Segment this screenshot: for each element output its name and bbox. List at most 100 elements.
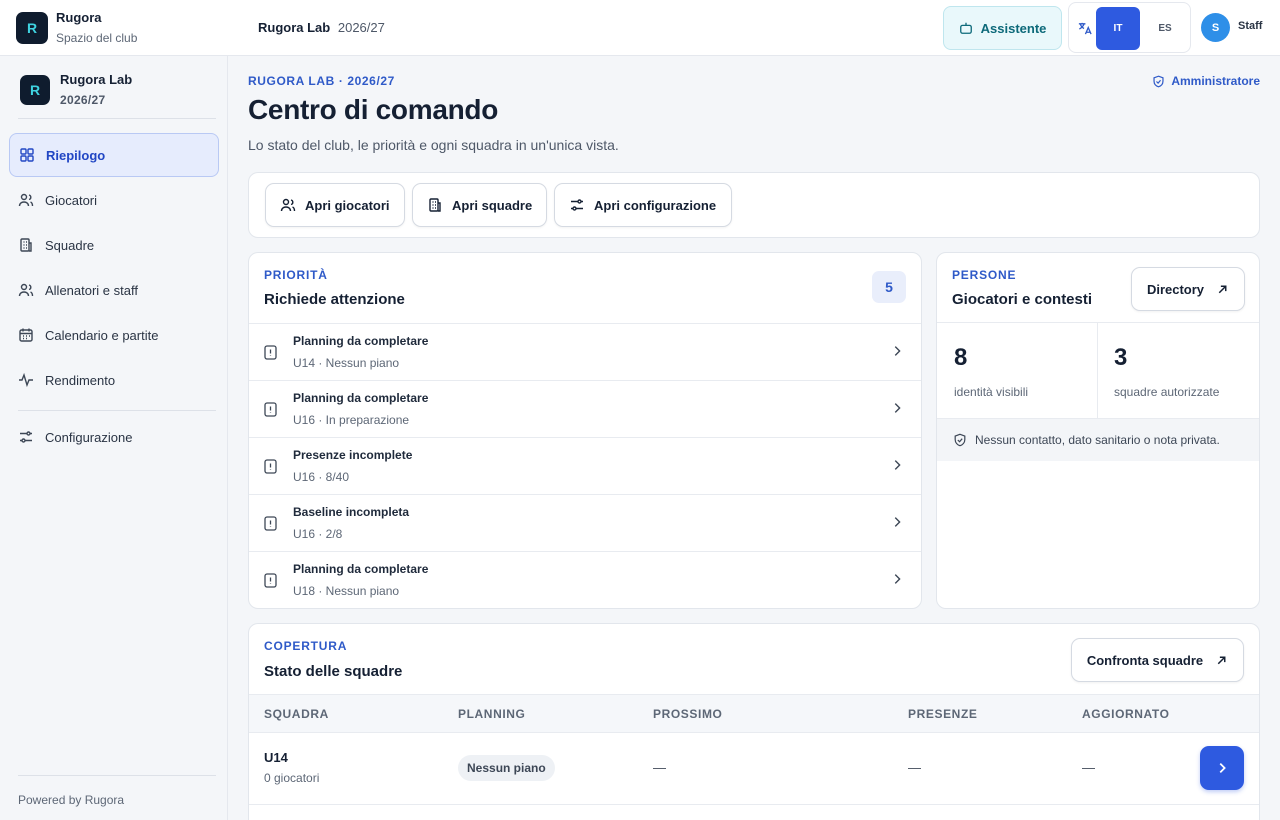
privacy-note: Nessun contatto, dato sanitario o nota p…: [937, 418, 1259, 461]
priority-item[interactable]: Presenze incomplete U16 · 8/40: [249, 437, 921, 494]
context-season: 2026/27: [337, 20, 385, 35]
lang-es-button[interactable]: ES: [1145, 7, 1185, 50]
compare-teams-label: Confronta squadre: [1086, 652, 1204, 668]
bot-icon: [959, 22, 972, 34]
users-icon: [280, 198, 296, 212]
column-header-prossimo: PROSSIMO: [653, 707, 723, 721]
language-switcher: IT ES: [1068, 2, 1191, 53]
stat-divider: [1097, 322, 1098, 418]
column-header-presenze: PRESENZE: [908, 707, 978, 721]
priority-item-sub: U16 · In preparazione: [293, 413, 410, 427]
sidebar-item-label: Squadre: [45, 237, 95, 253]
grid-icon: [20, 148, 34, 162]
sidebar-item-rendimento[interactable]: Rendimento: [9, 358, 219, 402]
sidebar-item-staff[interactable]: Allenatori e staff: [9, 268, 219, 312]
people-eyebrow: PERSONE: [952, 268, 1017, 282]
sidebar-divider: [18, 775, 216, 776]
priority-item[interactable]: Planning da completare U14 · Nessun pian…: [249, 323, 921, 380]
powered-by: Powered by Rugora: [18, 793, 125, 807]
priority-eyebrow: PRIORITÀ: [264, 268, 328, 282]
priority-item-sub: U14 · Nessun piano: [293, 356, 400, 370]
sidebar-item-label: Giocatori: [45, 192, 98, 208]
priority-item-title: Planning da completare: [293, 562, 429, 576]
table-header: SQUADRA PLANNING PROSSIMO PRESENZE AGGIO…: [249, 694, 1259, 733]
lang-it-button[interactable]: IT: [1096, 7, 1140, 50]
open-teams-label: Apri squadre: [452, 197, 533, 213]
open-config-button[interactable]: Apri configurazione: [554, 183, 732, 227]
translate-icon: [1078, 22, 1092, 35]
directory-label: Directory: [1146, 281, 1205, 297]
open-players-label: Apri giocatori: [305, 197, 390, 213]
sidebar-divider: [18, 118, 216, 119]
assistant-button[interactable]: Assistente: [943, 6, 1062, 50]
rugora-logo[interactable]: R: [16, 12, 48, 44]
context-club: Rugora Lab: [258, 20, 331, 35]
sidebar-divider: [18, 410, 216, 411]
sidebar-item-giocatori[interactable]: Giocatori: [9, 178, 219, 222]
privacy-note-text: Nessun contatto, dato sanitario o nota p…: [975, 433, 1220, 447]
arrow-up-right-icon: [1218, 285, 1227, 293]
stat-visible-identities-value: 8: [954, 344, 968, 371]
priority-item-sub: U18 · Nessun piano: [293, 584, 400, 598]
sidebar-item-label: Riepilogo: [46, 147, 106, 163]
page-eyebrow: RUGORA LAB · 2026/27: [248, 74, 395, 88]
users-icon: [18, 193, 34, 207]
team-name: U14: [264, 750, 288, 765]
open-teams-button[interactable]: Apri squadre: [412, 183, 547, 227]
sidebar-item-configurazione[interactable]: Configurazione: [9, 415, 219, 459]
sidebar: R Rugora Lab 2026/27 Riepilogo Giocatori…: [0, 56, 228, 820]
chevron-right-icon: [1219, 763, 1226, 773]
shield-icon: [1153, 75, 1164, 87]
chevron-right-icon: [894, 460, 901, 470]
column-header-aggiornato: AGGIORNATO: [1082, 707, 1170, 721]
stat-authorized-teams-label: squadre autorizzate: [1114, 385, 1220, 399]
role-label: Amministratore: [1171, 74, 1260, 88]
activity-icon: [19, 372, 33, 388]
sidebar-item-label: Configurazione: [45, 429, 133, 445]
priority-item-title: Planning da completare: [293, 391, 429, 405]
brand-subtitle: Spazio del club: [56, 31, 138, 45]
alert-file-icon: [264, 459, 277, 474]
compare-teams-button[interactable]: Confronta squadre: [1071, 638, 1244, 682]
brand-name: Rugora: [56, 10, 102, 25]
sidebar-item-squadre[interactable]: Squadre: [9, 223, 219, 267]
open-config-label: Apri configurazione: [594, 197, 717, 213]
user-label[interactable]: Staff: [1238, 20, 1262, 32]
people-title: Giocatori e contesti: [952, 291, 1093, 308]
sliders-icon: [571, 199, 583, 211]
stat-authorized-teams-value: 3: [1114, 344, 1128, 371]
people-card: PERSONE Giocatori e contesti Directory 8…: [936, 252, 1260, 609]
priority-title: Richiede attenzione: [264, 291, 405, 308]
org-logo: R: [20, 75, 50, 105]
open-team-button[interactable]: [1200, 746, 1244, 790]
people-divider: [937, 322, 1259, 323]
priority-item[interactable]: Baseline incompleta U16 · 2/8: [249, 494, 921, 551]
club-context[interactable]: Rugora Lab 2026/27: [258, 20, 385, 35]
stat-visible-identities-label: identità visibili: [954, 385, 1029, 399]
sidebar-item-calendario[interactable]: Calendario e partite: [9, 313, 219, 357]
coverage-card: COPERTURA Stato delle squadre Confronta …: [248, 623, 1260, 820]
user-avatar[interactable]: S: [1201, 13, 1230, 42]
sidebar-item-label: Rendimento: [45, 372, 116, 388]
chevron-right-icon: [894, 403, 901, 413]
directory-button[interactable]: Directory: [1131, 267, 1245, 311]
sidebar-item-label: Calendario e partite: [45, 327, 159, 343]
attendance-cell: —: [908, 760, 921, 775]
sidebar-item-riepilogo[interactable]: Riepilogo: [9, 133, 219, 177]
priority-item-title: Planning da completare: [293, 334, 429, 348]
org-season: 2026/27: [60, 93, 106, 107]
chevron-right-icon: [894, 346, 901, 356]
planning-status-badge: Nessun piano: [458, 755, 555, 781]
updated-cell: —: [1082, 760, 1095, 775]
open-players-button[interactable]: Apri giocatori: [265, 183, 405, 227]
column-header-planning: PLANNING: [458, 707, 526, 721]
priority-item-title: Baseline incompleta: [293, 505, 410, 519]
page-title: Centro di comando: [248, 94, 499, 125]
priority-item-title: Presenze incomplete: [293, 448, 413, 462]
role-badge: Amministratore: [1152, 74, 1260, 88]
org-name: Rugora Lab: [60, 72, 133, 87]
priority-card: PRIORITÀ Richiede attenzione 5 Planning …: [248, 252, 922, 609]
sliders-icon: [20, 431, 32, 443]
priority-item[interactable]: Planning da completare U16 · In preparaz…: [249, 380, 921, 437]
priority-item[interactable]: Planning da completare U18 · Nessun pian…: [249, 551, 921, 608]
